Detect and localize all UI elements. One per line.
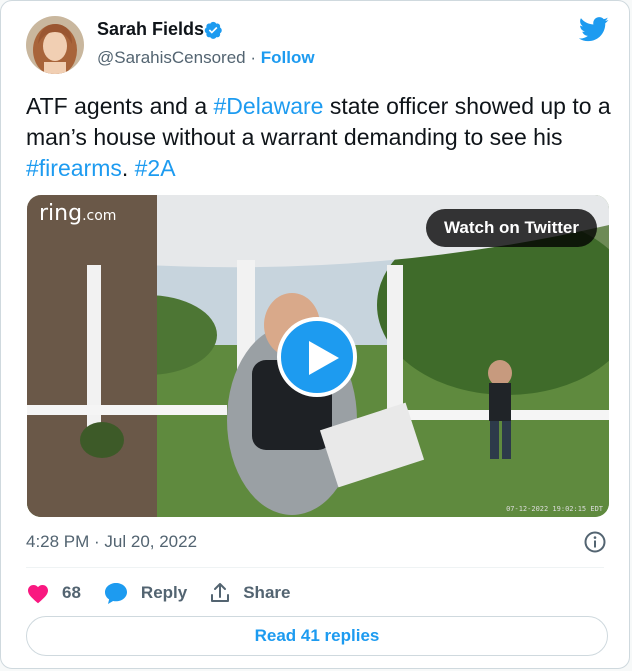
tweet-text: ATF agents and a #Delaware state officer… [26, 91, 616, 184]
verified-badge-icon [203, 20, 223, 45]
avatar[interactable] [26, 16, 84, 74]
twitter-bird-icon[interactable] [578, 17, 609, 47]
like-action[interactable]: 68 [26, 582, 81, 604]
ring-brand-suffix: .com [82, 208, 117, 224]
video-timestamp-overlay: 07-12-2022 19:02:15 EDT [506, 505, 603, 513]
share-icon [211, 583, 230, 602]
handle-row: @SarahisCensored · Follow [97, 48, 315, 68]
read-replies-button[interactable]: Read 41 replies [26, 616, 608, 656]
like-count: 68 [62, 583, 81, 602]
ring-brand: ring [39, 201, 83, 226]
tweet-card: Sarah Fields @SarahisCensored · Follow A… [0, 0, 630, 669]
share-label: Share [243, 583, 291, 602]
ring-watermark: ring.com [39, 201, 116, 226]
play-button[interactable] [277, 317, 357, 397]
video-player[interactable]: ring.com Watch on Twitter 07-12-2022 19:… [27, 195, 609, 517]
follow-button[interactable]: Follow [261, 48, 315, 67]
reply-label: Reply [140, 583, 188, 602]
share-action[interactable]: Share [209, 582, 290, 604]
tweet-timestamp[interactable]: 4:28 PM · Jul 20, 2022 [26, 532, 197, 552]
action-bar: 68 Reply Share [26, 579, 312, 607]
reply-bubble-icon [104, 583, 127, 604]
divider [26, 567, 604, 568]
info-icon[interactable] [583, 530, 607, 559]
watch-on-twitter-button[interactable]: Watch on Twitter [425, 209, 597, 247]
hashtag-link[interactable]: #Delaware [214, 93, 324, 119]
heart-icon [28, 585, 48, 604]
tweet-text-part: . [121, 155, 135, 181]
play-icon [309, 341, 339, 375]
reply-action[interactable]: Reply [103, 581, 187, 605]
author-name[interactable]: Sarah Fields [97, 19, 204, 40]
hashtag-link[interactable]: #firearms [26, 155, 122, 181]
hashtag-link[interactable]: #2A [135, 155, 176, 181]
separator: · [250, 48, 257, 67]
author-handle[interactable]: @SarahisCensored [97, 48, 246, 67]
tweet-text-part: ATF agents and a [26, 93, 214, 119]
